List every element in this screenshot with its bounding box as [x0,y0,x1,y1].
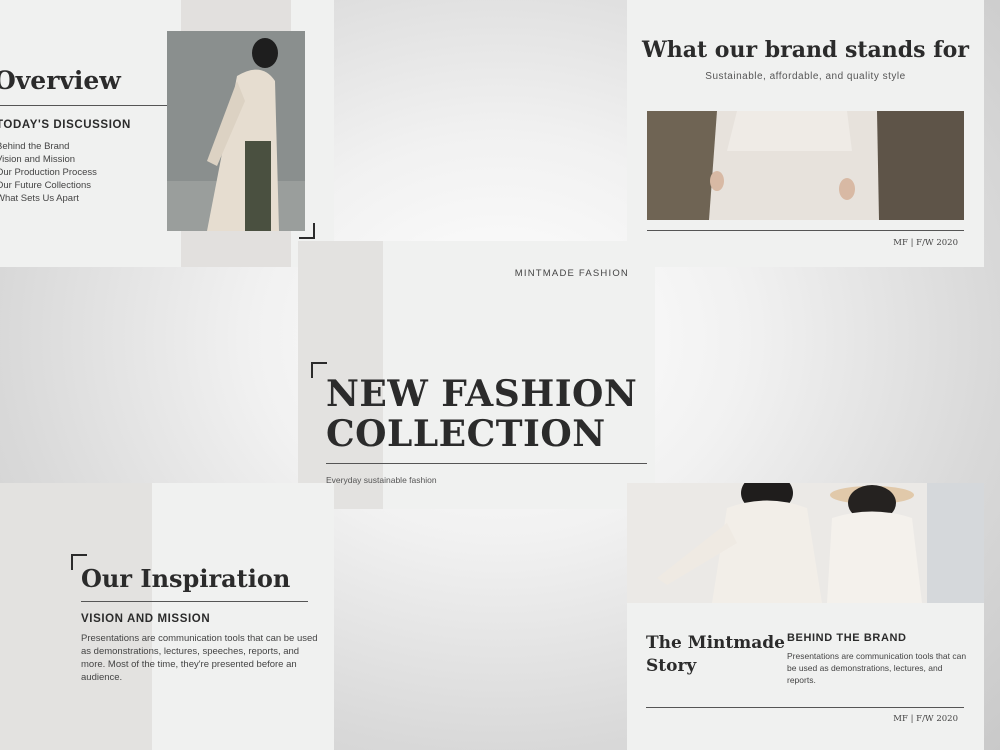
two-models-illustration [627,483,984,603]
list-item: Behind the Brand [0,141,70,152]
slide-footer: MF | F/W 2020 [893,238,958,248]
cover-title-line: NEW FASHION [326,373,638,415]
slide-cover[interactable]: MINTMADE FASHION NEW FASHION COLLECTION … [298,241,655,509]
slide-brand-values[interactable]: What our brand stands for Sustainable, a… [627,0,984,267]
list-item: Our Production Process [0,167,97,178]
slide-footer: MF | F/W 2020 [893,714,958,724]
brand-values-subtitle: Sustainable, affordable, and quality sty… [705,71,906,82]
slide-inspiration[interactable]: Our Inspiration VISION AND MISSION Prese… [0,483,334,750]
story-body: Presentations are communication tools th… [787,651,967,685]
two-models-photo [627,483,984,603]
inspiration-title: Our Inspiration [81,564,291,593]
title-divider [0,105,167,106]
list-item: What Sets Us Apart [0,193,79,204]
lace-skirt-photo [647,111,964,220]
story-title-line: Story [646,656,697,676]
slide-story[interactable]: The Mintmade Story BEHIND THE BRAND Pres… [627,483,984,750]
title-divider [81,601,308,602]
list-item: Vision and Mission [0,154,76,165]
brand-values-title: What our brand stands for [642,37,969,63]
corner-bracket-icon [311,362,327,378]
inspiration-body: Presentations are communication tools th… [81,633,318,683]
title-divider [326,463,647,464]
corner-bracket-icon [299,223,315,239]
story-title: The Mintmade Story [646,632,785,678]
cover-tagline: Everyday sustainable fashion [326,475,437,485]
overview-title: Overview [0,66,121,95]
footer-divider [647,230,964,231]
model-coat-illustration [167,31,305,231]
model-coat-photo [167,31,305,231]
overview-subheading: TODAY'S DISCUSSION [0,119,131,131]
cover-title: NEW FASHION COLLECTION [326,374,637,454]
lace-skirt-illustration [647,111,964,220]
inspiration-subheading: VISION AND MISSION [81,613,211,625]
cover-title-line: COLLECTION [326,413,606,455]
footer-divider [646,707,964,708]
discussion-list: Behind the Brand Vision and Mission Our … [0,140,97,205]
slide-overview[interactable]: Overview TODAY'S DISCUSSION Behind the B… [0,0,334,267]
story-title-line: The Mintmade [646,633,785,653]
brand-name: MINTMADE FASHION [514,268,629,279]
list-item: Our Future Collections [0,180,92,191]
story-subheading: BEHIND THE BRAND [787,632,907,644]
